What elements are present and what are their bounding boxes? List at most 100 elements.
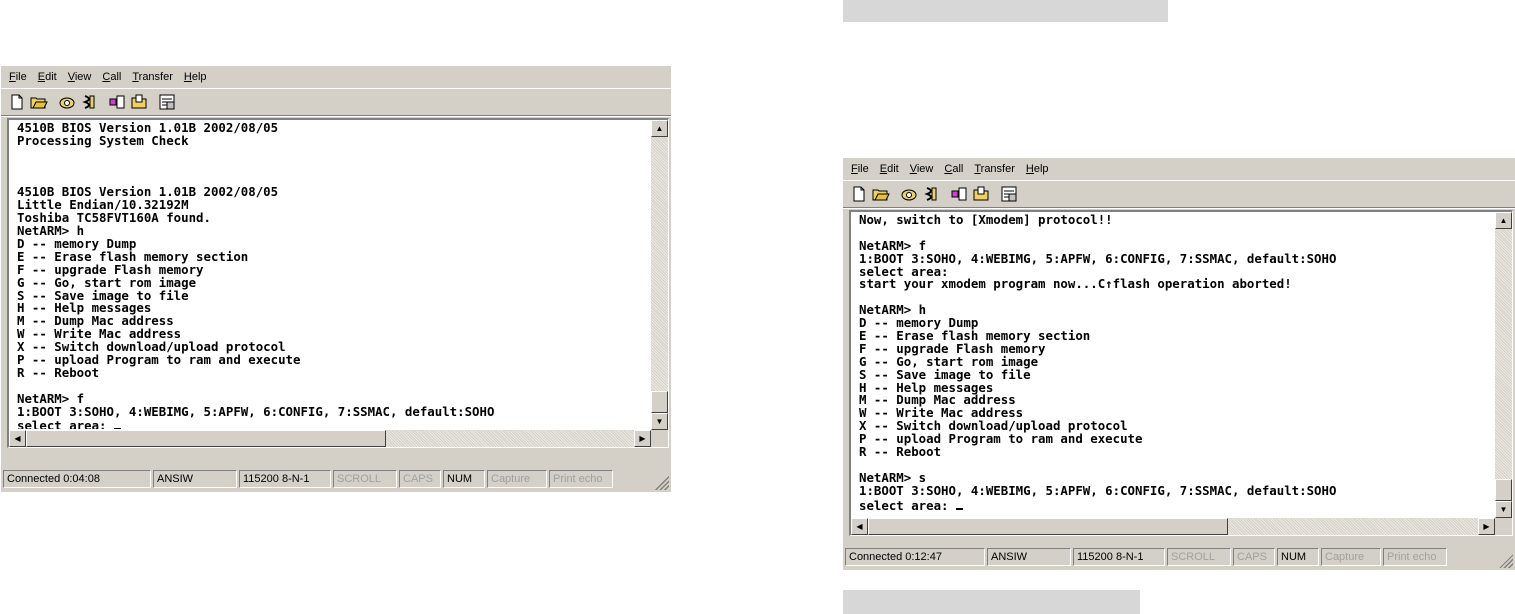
status-num: NUM bbox=[443, 470, 485, 488]
resize-grip-icon[interactable] bbox=[1499, 554, 1513, 568]
properties-button[interactable] bbox=[999, 184, 1019, 204]
placeholder-bar-top bbox=[843, 0, 1168, 22]
send-button[interactable] bbox=[949, 184, 969, 204]
terminal-line: 1:BOOT 3:SOHO, 4:WEBIMG, 5:APFW, 6:CONFI… bbox=[859, 250, 1337, 266]
status-scroll: SCROLL bbox=[333, 470, 397, 488]
vertical-scrollbar[interactable]: ▲ ▼ bbox=[1495, 212, 1512, 518]
connect-icon bbox=[59, 97, 75, 109]
properties-icon bbox=[159, 94, 175, 110]
status-bar: Connected 0:04:08 ANSIW 115200 8-N-1 SCR… bbox=[3, 470, 669, 490]
disconnect-icon bbox=[82, 95, 95, 109]
disconnect-icon bbox=[924, 187, 937, 201]
vertical-scrollbar[interactable]: ▲ ▼ bbox=[651, 120, 668, 430]
receive-icon bbox=[973, 186, 989, 201]
terminal-line: Processing System Check bbox=[17, 132, 189, 148]
terminal-line: P -- upload Program to ram and execute bbox=[17, 352, 301, 368]
status-emulation: ANSIW bbox=[987, 548, 1071, 566]
status-port: 115200 8-N-1 bbox=[1073, 548, 1165, 566]
terminal-line: 1:BOOT 3:SOHO, 4:WEBIMG, 5:APFW, 6:CONFI… bbox=[859, 482, 1337, 498]
menu-bar: File Edit View Call Transfer Help bbox=[1, 66, 671, 89]
horizontal-scroll-thumb[interactable] bbox=[26, 430, 386, 447]
open-button[interactable] bbox=[871, 184, 891, 204]
properties-button[interactable] bbox=[157, 92, 177, 112]
status-num: NUM bbox=[1277, 548, 1319, 566]
scroll-right-arrow-icon[interactable]: ▶ bbox=[634, 430, 651, 447]
menu-help[interactable]: Help bbox=[184, 71, 207, 83]
menu-edit[interactable]: Edit bbox=[38, 71, 57, 83]
connect-button[interactable] bbox=[57, 92, 77, 112]
disconnect-button[interactable] bbox=[79, 92, 99, 112]
status-scroll: SCROLL bbox=[1167, 548, 1231, 566]
scroll-down-arrow-icon[interactable]: ▼ bbox=[1495, 501, 1512, 518]
menu-call[interactable]: Call bbox=[102, 71, 121, 83]
open-button[interactable] bbox=[29, 92, 49, 112]
status-connected: Connected 0:04:08 bbox=[3, 470, 151, 488]
properties-icon bbox=[1001, 186, 1017, 202]
horizontal-scrollbar[interactable]: ◀ ▶ bbox=[9, 430, 651, 447]
menu-file[interactable]: File bbox=[9, 71, 27, 83]
new-icon bbox=[853, 186, 865, 202]
terminal-line: R -- Reboot bbox=[17, 364, 100, 380]
terminal-line: P -- upload Program to ram and execute bbox=[859, 431, 1143, 447]
scroll-down-arrow-icon[interactable]: ▼ bbox=[651, 413, 668, 430]
open-icon bbox=[872, 189, 890, 201]
toolbar bbox=[1, 89, 671, 116]
open-icon bbox=[30, 97, 48, 109]
menu-edit[interactable]: Edit bbox=[880, 163, 899, 175]
disconnect-button[interactable] bbox=[921, 184, 941, 204]
menu-transfer[interactable]: Transfer bbox=[974, 163, 1015, 175]
send-icon bbox=[109, 95, 125, 109]
horizontal-scroll-thumb[interactable] bbox=[868, 518, 1228, 535]
terminal-line: Toshiba TC58FVT160A found. bbox=[17, 210, 211, 226]
connect-button[interactable] bbox=[899, 184, 919, 204]
menu-help[interactable]: Help bbox=[1026, 163, 1049, 175]
terminal-line: R -- Reboot bbox=[859, 444, 942, 460]
status-capture: Capture bbox=[487, 470, 547, 488]
connect-icon bbox=[901, 189, 917, 201]
resize-grip-icon[interactable] bbox=[655, 476, 669, 490]
menu-transfer[interactable]: Transfer bbox=[132, 71, 173, 83]
text-cursor bbox=[955, 498, 963, 510]
terminal-line: start your xmodem program now...C↑flash … bbox=[859, 276, 1292, 292]
status-print-echo: Print echo bbox=[549, 470, 613, 488]
placeholder-bar-bottom bbox=[843, 590, 1140, 614]
vertical-scroll-thumb[interactable] bbox=[1495, 479, 1512, 501]
menu-bar: File Edit View Call Transfer Help bbox=[843, 158, 1515, 181]
vertical-scroll-thumb[interactable] bbox=[651, 391, 668, 413]
menu-view[interactable]: View bbox=[68, 71, 92, 83]
terminal-screen[interactable]: Now, switch to [Xmodem] protocol!! NetARM… bbox=[849, 210, 1513, 536]
menu-view[interactable]: View bbox=[910, 163, 934, 175]
terminal-line: Now, switch to [Xmodem] protocol!! bbox=[859, 214, 1113, 227]
scroll-up-arrow-icon[interactable]: ▲ bbox=[651, 120, 668, 137]
terminal-screen[interactable]: 4510B BIOS Version 1.01B 2002/08/05 Proce… bbox=[7, 118, 669, 448]
terminal-line: select area: bbox=[859, 498, 1488, 511]
scroll-left-arrow-icon[interactable]: ◀ bbox=[9, 430, 26, 447]
status-print-echo: Print echo bbox=[1383, 548, 1447, 566]
receive-button[interactable] bbox=[971, 184, 991, 204]
menu-file[interactable]: File bbox=[851, 163, 869, 175]
scroll-left-arrow-icon[interactable]: ◀ bbox=[851, 518, 868, 535]
send-button[interactable] bbox=[107, 92, 127, 112]
receive-button[interactable] bbox=[129, 92, 149, 112]
status-caps: CAPS bbox=[399, 470, 441, 488]
text-cursor bbox=[113, 418, 121, 429]
status-caps: CAPS bbox=[1233, 548, 1275, 566]
new-icon bbox=[11, 94, 23, 110]
terminal-output: 4510B BIOS Version 1.01B 2002/08/05 Proce… bbox=[17, 122, 644, 429]
scroll-right-arrow-icon[interactable]: ▶ bbox=[1478, 518, 1495, 535]
menu-call[interactable]: Call bbox=[944, 163, 963, 175]
new-button[interactable] bbox=[849, 184, 869, 204]
hyperterminal-window-left: File Edit View Call Transfer Help 4510B … bbox=[1, 66, 671, 492]
new-button[interactable] bbox=[7, 92, 27, 112]
status-port: 115200 8-N-1 bbox=[239, 470, 331, 488]
receive-icon bbox=[131, 94, 147, 109]
scroll-up-arrow-icon[interactable]: ▲ bbox=[1495, 212, 1512, 229]
horizontal-scrollbar[interactable]: ◀ ▶ bbox=[851, 518, 1495, 535]
status-emulation: ANSIW bbox=[153, 470, 237, 488]
